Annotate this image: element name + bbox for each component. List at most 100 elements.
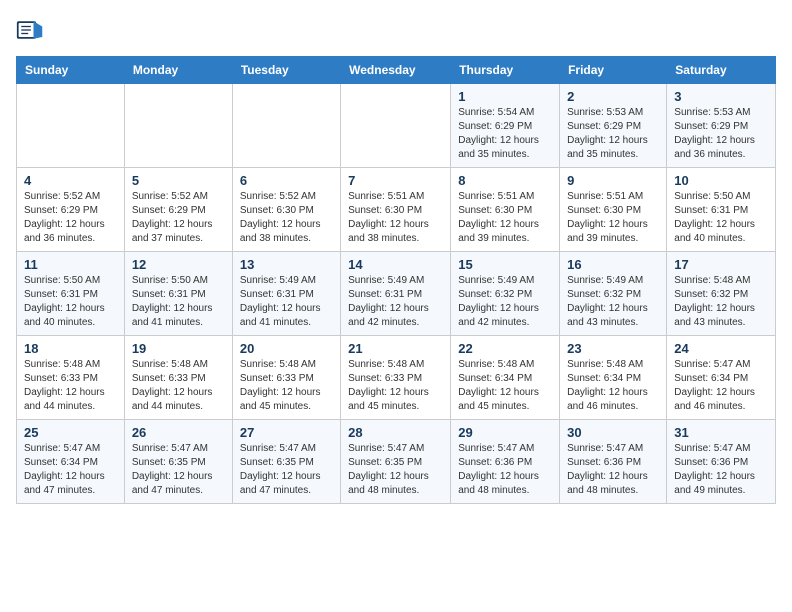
- day-number: 15: [458, 257, 552, 272]
- day-info: Sunrise: 5:53 AM Sunset: 6:29 PM Dayligh…: [674, 106, 768, 162]
- calendar-day-cell: 19 Sunrise: 5:48 AM Sunset: 6:33 PM Dayli…: [124, 336, 232, 420]
- day-number: 19: [132, 341, 225, 356]
- calendar-day-cell: 28 Sunrise: 5:47 AM Sunset: 6:35 PM Dayli…: [341, 420, 451, 504]
- empty-cell: [124, 84, 232, 168]
- calendar-day-cell: 25 Sunrise: 5:47 AM Sunset: 6:34 PM Dayli…: [17, 420, 125, 504]
- day-info: Sunrise: 5:48 AM Sunset: 6:33 PM Dayligh…: [24, 358, 117, 414]
- day-info: Sunrise: 5:48 AM Sunset: 6:34 PM Dayligh…: [567, 358, 659, 414]
- calendar-day-cell: 18 Sunrise: 5:48 AM Sunset: 6:33 PM Dayli…: [17, 336, 125, 420]
- calendar-day-cell: 4 Sunrise: 5:52 AM Sunset: 6:29 PM Daylig…: [17, 168, 125, 252]
- day-info: Sunrise: 5:51 AM Sunset: 6:30 PM Dayligh…: [567, 190, 659, 246]
- day-info: Sunrise: 5:47 AM Sunset: 6:36 PM Dayligh…: [674, 442, 768, 498]
- weekday-header: Saturday: [667, 57, 776, 84]
- day-info: Sunrise: 5:48 AM Sunset: 6:33 PM Dayligh…: [348, 358, 443, 414]
- calendar-day-cell: 13 Sunrise: 5:49 AM Sunset: 6:31 PM Dayli…: [232, 252, 340, 336]
- logo-icon: [16, 16, 44, 44]
- calendar-day-cell: 17Sunrise: 5:48 AM Sunset: 6:32 PM Dayli…: [667, 252, 776, 336]
- day-number: 26: [132, 425, 225, 440]
- calendar-day-cell: 10Sunrise: 5:50 AM Sunset: 6:31 PM Dayli…: [667, 168, 776, 252]
- calendar-day-cell: 22Sunrise: 5:48 AM Sunset: 6:34 PM Dayli…: [451, 336, 560, 420]
- calendar-day-cell: 23 Sunrise: 5:48 AM Sunset: 6:34 PM Dayli…: [560, 336, 667, 420]
- day-number: 16: [567, 257, 659, 272]
- day-info: Sunrise: 5:52 AM Sunset: 6:29 PM Dayligh…: [132, 190, 225, 246]
- day-number: 6: [240, 173, 333, 188]
- empty-cell: [232, 84, 340, 168]
- day-info: Sunrise: 5:47 AM Sunset: 6:35 PM Dayligh…: [240, 442, 333, 498]
- weekday-header: Sunday: [17, 57, 125, 84]
- calendar-day-cell: 8 Sunrise: 5:51 AM Sunset: 6:30 PM Daylig…: [451, 168, 560, 252]
- weekday-header: Friday: [560, 57, 667, 84]
- day-info: Sunrise: 5:50 AM Sunset: 6:31 PM Dayligh…: [24, 274, 117, 330]
- calendar-day-cell: 27 Sunrise: 5:47 AM Sunset: 6:35 PM Dayli…: [232, 420, 340, 504]
- day-info: Sunrise: 5:49 AM Sunset: 6:31 PM Dayligh…: [240, 274, 333, 330]
- weekday-header: Monday: [124, 57, 232, 84]
- calendar-day-cell: 26 Sunrise: 5:47 AM Sunset: 6:35 PM Dayli…: [124, 420, 232, 504]
- calendar-day-cell: 21 Sunrise: 5:48 AM Sunset: 6:33 PM Dayli…: [341, 336, 451, 420]
- calendar-day-cell: 7Sunrise: 5:51 AM Sunset: 6:30 PM Daylig…: [341, 168, 451, 252]
- day-number: 28: [348, 425, 443, 440]
- day-number: 27: [240, 425, 333, 440]
- day-number: 30: [567, 425, 659, 440]
- calendar-day-cell: 9 Sunrise: 5:51 AM Sunset: 6:30 PM Daylig…: [560, 168, 667, 252]
- weekday-header: Wednesday: [341, 57, 451, 84]
- calendar-day-cell: 11Sunrise: 5:50 AM Sunset: 6:31 PM Dayli…: [17, 252, 125, 336]
- day-number: 1: [458, 89, 552, 104]
- day-info: Sunrise: 5:49 AM Sunset: 6:31 PM Dayligh…: [348, 274, 443, 330]
- calendar-day-cell: 15 Sunrise: 5:49 AM Sunset: 6:32 PM Dayli…: [451, 252, 560, 336]
- day-number: 29: [458, 425, 552, 440]
- day-info: Sunrise: 5:47 AM Sunset: 6:35 PM Dayligh…: [348, 442, 443, 498]
- day-info: Sunrise: 5:47 AM Sunset: 6:36 PM Dayligh…: [567, 442, 659, 498]
- day-info: Sunrise: 5:48 AM Sunset: 6:33 PM Dayligh…: [132, 358, 225, 414]
- day-info: Sunrise: 5:52 AM Sunset: 6:29 PM Dayligh…: [24, 190, 117, 246]
- day-info: Sunrise: 5:51 AM Sunset: 6:30 PM Dayligh…: [458, 190, 552, 246]
- day-number: 5: [132, 173, 225, 188]
- day-number: 14: [348, 257, 443, 272]
- calendar-day-cell: 31 Sunrise: 5:47 AM Sunset: 6:36 PM Dayli…: [667, 420, 776, 504]
- day-number: 12: [132, 257, 225, 272]
- empty-cell: [341, 84, 451, 168]
- calendar-day-cell: 29 Sunrise: 5:47 AM Sunset: 6:36 PM Dayli…: [451, 420, 560, 504]
- day-number: 9: [567, 173, 659, 188]
- calendar-day-cell: 2Sunrise: 5:53 AM Sunset: 6:29 PM Daylig…: [560, 84, 667, 168]
- logo: [16, 16, 48, 44]
- calendar-day-cell: 30 Sunrise: 5:47 AM Sunset: 6:36 PM Dayli…: [560, 420, 667, 504]
- day-number: 8: [458, 173, 552, 188]
- day-info: Sunrise: 5:48 AM Sunset: 6:33 PM Dayligh…: [240, 358, 333, 414]
- day-number: 7: [348, 173, 443, 188]
- calendar-day-cell: 12 Sunrise: 5:50 AM Sunset: 6:31 PM Dayli…: [124, 252, 232, 336]
- day-info: Sunrise: 5:50 AM Sunset: 6:31 PM Dayligh…: [132, 274, 225, 330]
- day-number: 21: [348, 341, 443, 356]
- weekday-header: Thursday: [451, 57, 560, 84]
- day-number: 23: [567, 341, 659, 356]
- day-number: 25: [24, 425, 117, 440]
- day-info: Sunrise: 5:50 AM Sunset: 6:31 PM Dayligh…: [674, 190, 768, 246]
- day-info: Sunrise: 5:47 AM Sunset: 6:34 PM Dayligh…: [24, 442, 117, 498]
- calendar-day-cell: 1 Sunrise: 5:54 AM Sunset: 6:29 PM Daylig…: [451, 84, 560, 168]
- calendar-table: SundayMondayTuesdayWednesdayThursdayFrid…: [16, 56, 776, 504]
- empty-cell: [17, 84, 125, 168]
- day-number: 3: [674, 89, 768, 104]
- page-header: [16, 16, 776, 44]
- day-number: 2: [567, 89, 659, 104]
- day-info: Sunrise: 5:47 AM Sunset: 6:35 PM Dayligh…: [132, 442, 225, 498]
- day-number: 4: [24, 173, 117, 188]
- calendar-day-cell: 24 Sunrise: 5:47 AM Sunset: 6:34 PM Dayli…: [667, 336, 776, 420]
- calendar-day-cell: 6 Sunrise: 5:52 AM Sunset: 6:30 PM Daylig…: [232, 168, 340, 252]
- day-number: 18: [24, 341, 117, 356]
- day-info: Sunrise: 5:47 AM Sunset: 6:36 PM Dayligh…: [458, 442, 552, 498]
- day-number: 17: [674, 257, 768, 272]
- day-info: Sunrise: 5:47 AM Sunset: 6:34 PM Dayligh…: [674, 358, 768, 414]
- day-info: Sunrise: 5:48 AM Sunset: 6:34 PM Dayligh…: [458, 358, 552, 414]
- day-number: 31: [674, 425, 768, 440]
- calendar-day-cell: 3 Sunrise: 5:53 AM Sunset: 6:29 PM Daylig…: [667, 84, 776, 168]
- day-info: Sunrise: 5:54 AM Sunset: 6:29 PM Dayligh…: [458, 106, 552, 162]
- calendar-day-cell: 5 Sunrise: 5:52 AM Sunset: 6:29 PM Daylig…: [124, 168, 232, 252]
- day-number: 20: [240, 341, 333, 356]
- weekday-header: Tuesday: [232, 57, 340, 84]
- day-number: 24: [674, 341, 768, 356]
- day-info: Sunrise: 5:49 AM Sunset: 6:32 PM Dayligh…: [458, 274, 552, 330]
- day-info: Sunrise: 5:52 AM Sunset: 6:30 PM Dayligh…: [240, 190, 333, 246]
- calendar-day-cell: 14 Sunrise: 5:49 AM Sunset: 6:31 PM Dayli…: [341, 252, 451, 336]
- calendar-day-cell: 20 Sunrise: 5:48 AM Sunset: 6:33 PM Dayli…: [232, 336, 340, 420]
- day-number: 13: [240, 257, 333, 272]
